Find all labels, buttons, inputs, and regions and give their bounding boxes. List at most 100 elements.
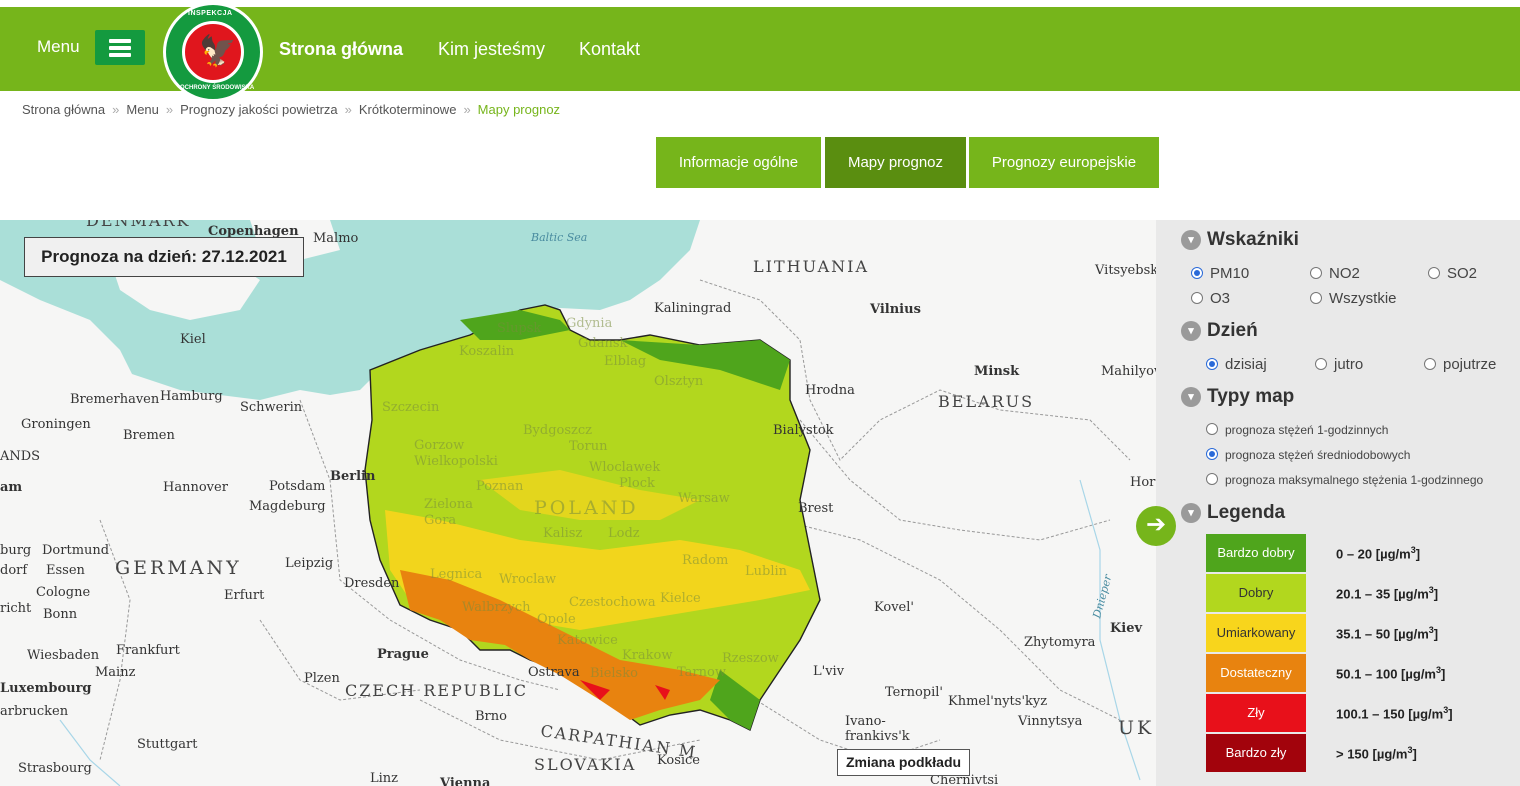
map-label: Frankfurt xyxy=(116,643,180,658)
map-label: Ivano- xyxy=(845,714,886,729)
map-label: Gora xyxy=(424,513,457,528)
breadcrumb: Strona główna » Menu » Prognozy jakości powi… xyxy=(22,102,560,117)
map-label: Kovel' xyxy=(874,600,914,615)
legend-range: 35.1 – 50 [µg/m3] xyxy=(1336,625,1439,642)
tab-general-info[interactable]: Informacje ogólne xyxy=(656,137,821,188)
map-label: Ostrava xyxy=(528,665,580,680)
chevron-down-icon: ▾ xyxy=(1181,503,1201,523)
tab-forecast-maps[interactable]: Mapy prognoz xyxy=(825,137,966,188)
map-label: Hannover xyxy=(163,480,228,495)
map-label: Linz xyxy=(370,771,399,786)
map-label: Kaliningrad xyxy=(654,301,732,316)
map-label: Schwerin xyxy=(240,400,303,415)
map-label: Plock xyxy=(619,476,655,491)
legend-swatch: Bardzo zły xyxy=(1206,734,1306,772)
radio-day-after[interactable]: pojutrze xyxy=(1424,356,1496,373)
legend-section-header[interactable]: ▾ Legenda xyxy=(1181,502,1285,524)
radio-tomorrow[interactable]: jutro xyxy=(1315,356,1363,373)
map-label: Vinnytsya xyxy=(1018,714,1083,729)
day-section-header[interactable]: ▾ Dzień xyxy=(1181,320,1258,342)
map-label: Wielkopolski xyxy=(414,454,498,469)
map-label: Krakow xyxy=(622,648,673,663)
change-basemap-button[interactable]: Zmiana podkładu xyxy=(837,749,970,776)
section-title: Wskaźniki xyxy=(1207,229,1299,250)
legend-swatch: Bardzo dobry xyxy=(1206,534,1306,572)
map-label: Malmo xyxy=(313,231,359,246)
map-label: Wroclaw xyxy=(499,572,557,587)
map-label: Hor xyxy=(1130,475,1156,490)
menu-label[interactable]: Menu xyxy=(37,37,80,57)
map-label: Szczecin xyxy=(382,400,440,415)
toggle-panel-arrow-icon[interactable]: ➔ xyxy=(1136,506,1176,546)
breadcrumb-separator: » xyxy=(165,102,174,117)
map-label: Hrodna xyxy=(805,383,855,398)
map-label: Zhytomyra xyxy=(1024,635,1096,650)
map-label: Bydgoszcz xyxy=(523,423,593,438)
map-label: Opole xyxy=(537,612,576,627)
nav-contact-link[interactable]: Kontakt xyxy=(579,39,640,60)
radio-map-1h[interactable]: prognoza stężeń 1-godzinnych xyxy=(1206,423,1388,437)
map-label: Bielsko xyxy=(590,666,638,681)
map-label: Minsk xyxy=(974,364,1020,379)
map-label: Kiel xyxy=(180,332,206,347)
indicators-section-header[interactable]: ▾ Wskaźniki xyxy=(1181,229,1299,251)
map-label: Baltic Sea xyxy=(531,231,588,244)
map-label: Wloclawek xyxy=(589,460,661,475)
map-label: Cologne xyxy=(36,585,91,600)
map-label: Czestochowa xyxy=(569,595,656,610)
map-label: Lodz xyxy=(608,526,640,541)
map-label: Essen xyxy=(46,563,85,578)
map-label: Groningen xyxy=(21,417,91,432)
radio-map-daily[interactable]: prognoza stężeń średniodobowych xyxy=(1206,448,1410,462)
map-label: Potsdam xyxy=(269,479,326,494)
nav-about-link[interactable]: Kim jesteśmy xyxy=(438,39,545,60)
breadcrumb-item[interactable]: Krótkoterminowe xyxy=(359,102,457,117)
map-label: Plzen xyxy=(304,671,340,686)
radio-label: prognoza maksymalnego stężenia 1-godzinn… xyxy=(1225,473,1484,487)
map-label: Prague xyxy=(377,647,429,662)
map-label: L'viv xyxy=(813,664,845,679)
breadcrumb-item[interactable]: Strona główna xyxy=(22,102,105,117)
breadcrumb-item[interactable]: Menu xyxy=(126,102,159,117)
map-label: POLAND xyxy=(534,497,639,519)
map-label: Berlin xyxy=(330,469,376,484)
radio-o3[interactable]: O3 xyxy=(1191,290,1230,307)
radio-label: NO2 xyxy=(1329,265,1360,282)
map-label: Kielce xyxy=(660,591,701,606)
tab-european-forecasts[interactable]: Prognozy europejskie xyxy=(969,137,1159,188)
map-label: arbrucken xyxy=(0,704,69,719)
map-label: Vienna xyxy=(440,776,491,786)
map-label: Bonn xyxy=(43,607,78,622)
legend-range: 0 – 20 [µg/m3] xyxy=(1336,545,1421,562)
map-label: Gdansk xyxy=(578,336,628,351)
map-label: Stuttgart xyxy=(137,737,198,752)
radio-label: O3 xyxy=(1210,290,1231,307)
map-label: Strasbourg xyxy=(18,761,92,776)
radio-label: prognoza stężeń średniodobowych xyxy=(1225,448,1411,462)
logo-text-bottom: OCHRONY ŚRODOWISKA xyxy=(180,85,255,91)
forecast-map[interactable]: DENMARK Copenhagen Malmo Baltic Sea LITH… xyxy=(0,220,1156,786)
map-label: Koszalin xyxy=(459,344,515,359)
map-label: DENMARK xyxy=(86,220,191,230)
radio-today[interactable]: dzisiaj xyxy=(1206,356,1267,373)
breadcrumb-item[interactable]: Prognozy jakości powietrza xyxy=(180,102,338,117)
radio-map-max-1h[interactable]: prognoza maksymalnego stężenia 1-godzinn… xyxy=(1206,473,1483,487)
radio-pm10[interactable]: PM10 xyxy=(1191,265,1249,282)
map-label: Vitsyebsk xyxy=(1095,263,1156,278)
map-label: Kalisz xyxy=(543,526,583,541)
radio-so2[interactable]: SO2 xyxy=(1428,265,1477,282)
map-label: Gdynia xyxy=(566,316,613,331)
hamburger-menu-button[interactable] xyxy=(95,30,145,65)
map-types-section-header[interactable]: ▾ Typy map xyxy=(1181,386,1294,408)
map-label: Tarnow xyxy=(677,665,726,680)
nav-home-link[interactable]: Strona główna xyxy=(279,39,403,60)
gios-logo[interactable]: INSPEKCJA 🦅 OCHRONY ŚRODOWISKA xyxy=(163,2,263,102)
map-label: Gorzow xyxy=(414,438,465,453)
map-label: Luxembourg xyxy=(0,681,92,696)
radio-all[interactable]: Wszystkie xyxy=(1310,290,1397,307)
radio-label: jutro xyxy=(1334,356,1364,373)
map-label: Kosice xyxy=(657,753,700,768)
radio-no2[interactable]: NO2 xyxy=(1310,265,1360,282)
breadcrumb-separator: » xyxy=(112,102,120,117)
radio-label: PM10 xyxy=(1210,265,1250,282)
